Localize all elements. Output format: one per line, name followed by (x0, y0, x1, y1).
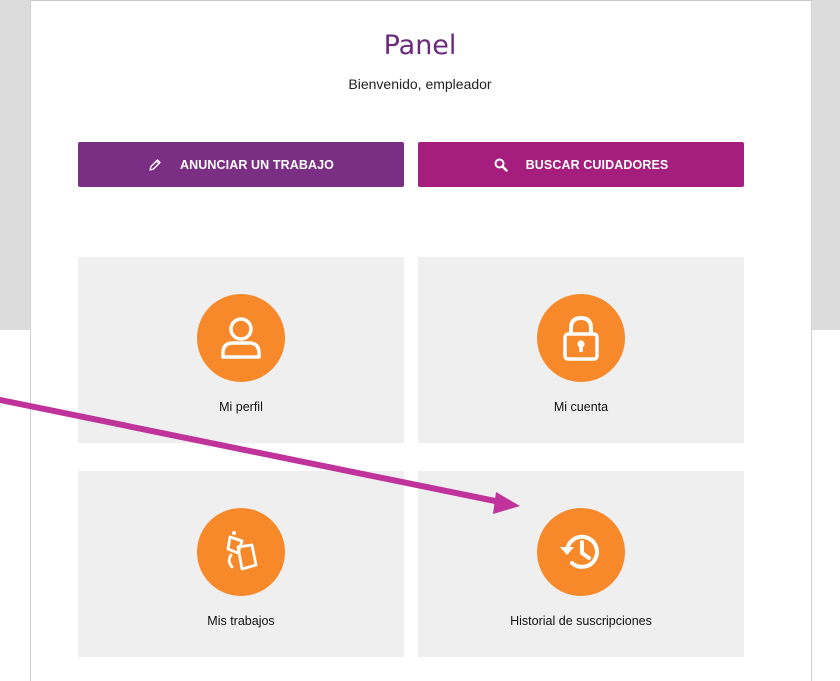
post-job-button[interactable]: ANUNCIAR UN TRABAJO (78, 142, 404, 187)
post-job-label: ANUNCIAR UN TRABAJO (180, 157, 334, 172)
lock-icon (537, 294, 625, 382)
user-icon (197, 294, 285, 382)
page-subtitle: Bienvenido, empleador (348, 76, 492, 92)
tile-my-profile[interactable]: Mi perfil (78, 257, 404, 443)
tile-label: Historial de suscripciones (510, 614, 652, 628)
search-caregivers-button[interactable]: BUSCAR CUIDADORES (418, 142, 744, 187)
jobs-icon (197, 508, 285, 596)
tile-my-jobs[interactable]: Mis trabajos (78, 471, 404, 657)
tile-label: Mi cuenta (553, 400, 609, 414)
search-caregivers-label: BUSCAR CUIDADORES (525, 157, 669, 172)
page-title: Panel (383, 30, 457, 61)
tile-subscription-history[interactable]: Historial de suscripciones (418, 471, 744, 657)
tile-label: Mi perfil (219, 400, 263, 414)
pencil-icon (148, 158, 162, 172)
search-icon (494, 158, 508, 172)
tile-label: Mis trabajos (207, 614, 275, 628)
history-icon (537, 508, 625, 596)
tile-my-account[interactable]: Mi cuenta (418, 257, 744, 443)
